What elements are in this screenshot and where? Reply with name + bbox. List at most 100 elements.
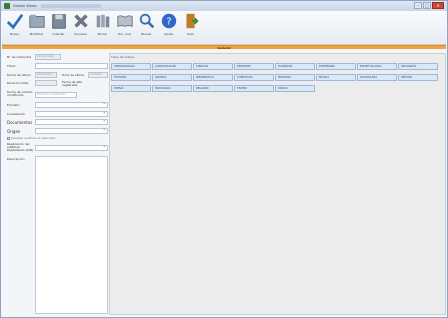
localizacion-select[interactable] bbox=[35, 111, 108, 117]
field-label: Realización del subtítulo Digitalizado (… bbox=[7, 142, 34, 152]
books-icon bbox=[96, 14, 109, 28]
exit-button[interactable]: Salir bbox=[180, 12, 201, 43]
field-fecha: Fecha de ultimo 05/02/2013 Hora de ultim… bbox=[4, 72, 108, 79]
app-window: Gestión Videos – □ ✕ Nuevo Modificar Gua… bbox=[0, 0, 448, 318]
field-formato: Formato bbox=[4, 102, 108, 109]
open-book-icon bbox=[116, 15, 133, 28]
field-localizacion: Localización bbox=[4, 111, 108, 118]
window-controls: – □ ✕ bbox=[414, 2, 444, 9]
tag-teatro[interactable]: TEATRO bbox=[234, 85, 274, 92]
maximize-button[interactable]: □ bbox=[423, 2, 431, 9]
field-label: Documentos bbox=[7, 120, 33, 125]
num-video-input[interactable]: Cámara este bbox=[35, 54, 61, 60]
delete-button[interactable]: Borrar bbox=[92, 12, 113, 43]
search-button[interactable]: Buscar bbox=[136, 12, 157, 43]
cancel-button-label: Cancelar bbox=[73, 32, 88, 36]
field-label: Hora de ultimo bbox=[62, 73, 85, 77]
subtitles-checkbox[interactable] bbox=[7, 137, 10, 140]
cancel-icon bbox=[73, 14, 88, 28]
origen-select[interactable] bbox=[35, 128, 108, 134]
tag-informática[interactable]: INFORMÁTICA bbox=[193, 74, 233, 81]
search-button-label: Buscar bbox=[141, 32, 152, 36]
close-button[interactable]: ✕ bbox=[432, 2, 444, 9]
save-button-label: Guardar bbox=[52, 32, 65, 36]
tag-enseñanza[interactable]: ENSEÑANZA bbox=[316, 63, 356, 70]
titulo-input[interactable] bbox=[35, 63, 108, 69]
subtitles-checkbox-label: Visualizar subtítulos en este vídeo bbox=[11, 137, 56, 140]
formato-select[interactable] bbox=[35, 102, 108, 108]
field-autor: Fecha de cambio modificado Fecha de modi… bbox=[4, 90, 108, 100]
tag-varios[interactable]: VARIOS bbox=[275, 85, 315, 92]
field-titulo: Título bbox=[4, 63, 108, 70]
minimize-button[interactable]: – bbox=[414, 2, 422, 9]
field-num-video: N° de vídeo/dvd Cámara este bbox=[4, 54, 108, 61]
duracion-input[interactable] bbox=[35, 80, 57, 86]
cancel-button[interactable]: Cancelar bbox=[70, 12, 91, 43]
field-documentos: Documentos bbox=[4, 119, 108, 126]
title-extra bbox=[40, 4, 101, 8]
realizacion-select[interactable] bbox=[35, 145, 108, 151]
help-button[interactable]: ? Ayuda bbox=[158, 12, 179, 43]
tag-historia[interactable]: HISTORIA bbox=[111, 74, 151, 81]
documentos-select[interactable] bbox=[35, 119, 108, 125]
tag-música[interactable]: MÚSICA bbox=[316, 74, 356, 81]
help-button-label: Ayuda bbox=[163, 32, 174, 36]
tag-poesía[interactable]: POESÍA bbox=[111, 85, 151, 92]
delete-button-label: Borrar bbox=[97, 32, 108, 36]
svg-text:?: ? bbox=[166, 17, 171, 28]
hora-input[interactable]: 12:00:00 bbox=[88, 72, 108, 78]
tags-panel: Tipos de vídeos ANTROPOLOGÍA AUDIOVISUALE… bbox=[109, 53, 446, 315]
subtitles-checkbox-row[interactable]: Visualizar subtítulos en este vídeo bbox=[7, 137, 55, 140]
exit-door-icon bbox=[186, 13, 199, 29]
field-label: N° de vídeo/dvd bbox=[7, 55, 32, 59]
autor-input[interactable]: Fecha de modificación bbox=[35, 92, 77, 98]
field-label: Fecha de ultimo bbox=[7, 73, 31, 77]
section-header: General bbox=[2, 45, 446, 50]
tag-religión[interactable]: RELIGIÓN bbox=[193, 85, 233, 92]
tag-psicología[interactable]: PSICOLOGÍA bbox=[152, 85, 192, 92]
field-duracion: Duración total Fecha de alta registrada bbox=[4, 80, 108, 89]
tag-literatura[interactable]: LITERATURA bbox=[234, 74, 274, 81]
exit-button-label: Salir bbox=[187, 32, 194, 36]
tag-ciencias[interactable]: CIENCIAS bbox=[193, 63, 233, 70]
folder-icon bbox=[28, 14, 45, 28]
tag-deportes[interactable]: DEPORTES bbox=[234, 63, 274, 70]
tag-naturaleza[interactable]: NATURALEZA bbox=[357, 74, 397, 81]
tag-geografía[interactable]: GEOGRAFÍA bbox=[398, 63, 438, 70]
section-header-label: General bbox=[217, 45, 231, 50]
modify-button-label: Modificar bbox=[29, 32, 44, 36]
tags-title: Tipos de vídeos bbox=[111, 55, 135, 59]
form-panel: N° de vídeo/dvd Cámara este Título Fecha… bbox=[4, 53, 108, 315]
app-icon bbox=[4, 3, 10, 9]
check-icon bbox=[6, 13, 23, 30]
title-bar: Gestión Videos – □ ✕ bbox=[1, 1, 447, 11]
toolbar: Nuevo Modificar Guardar Cancelar Borrar … bbox=[2, 11, 446, 45]
modify-button[interactable]: Modificar bbox=[26, 12, 47, 43]
search-icon bbox=[139, 13, 154, 29]
save-icon bbox=[51, 14, 66, 29]
field-label: Fecha de alta registrada bbox=[62, 80, 83, 87]
new-button-label: Nuevo bbox=[9, 32, 20, 36]
descripcion-textarea[interactable] bbox=[35, 156, 108, 314]
tag-antropología[interactable]: ANTROPOLOGÍA bbox=[111, 63, 151, 70]
transform-button-label: Tra...mar bbox=[117, 32, 132, 36]
help-icon: ? bbox=[161, 13, 176, 29]
tag-economía[interactable]: ECONOMÍA bbox=[275, 63, 315, 70]
tag-medicina[interactable]: MEDICINA bbox=[275, 74, 315, 81]
fecha-input[interactable]: 05/02/2013 bbox=[35, 72, 57, 78]
transform-button[interactable]: Tra...mar bbox=[114, 12, 135, 43]
tag-audiovisuales[interactable]: AUDIOVISUALES bbox=[152, 63, 192, 70]
field-label: Localización bbox=[7, 112, 26, 116]
field-label: Formato bbox=[7, 103, 20, 107]
field-label: Descripción bbox=[7, 157, 25, 161]
save-button[interactable]: Guardar bbox=[48, 12, 69, 43]
tag-idiomas[interactable]: IDIOMAS bbox=[152, 74, 192, 81]
field-origen: Origen bbox=[4, 128, 108, 135]
field-label: Fecha de cambio modificado bbox=[7, 90, 33, 97]
new-button[interactable]: Nuevo bbox=[4, 12, 25, 43]
tag-pintura[interactable]: PINTURA bbox=[398, 74, 438, 81]
tag-espiritualidad[interactable]: ESPIRITUALIDAD bbox=[357, 63, 397, 70]
field-label: Duración total bbox=[7, 81, 29, 85]
field-realizacion: Realización del subtítulo Digitalizado (… bbox=[4, 142, 108, 155]
field-label: Origen bbox=[7, 129, 21, 134]
